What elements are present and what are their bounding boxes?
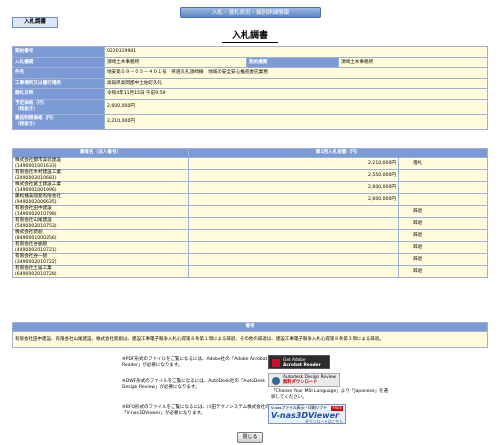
bid-row: 有限会社木村建設工業 (2490002010681) 2,550,000円 [12,169,488,182]
place-label: 工事場所又は履行場所 [12,77,105,89]
bid-result: 辞退 [398,205,488,218]
bid-amount [188,205,399,218]
bid-amount: 2,550,000円 [188,169,399,182]
remarks-text: 有限会社田中建設、有限会社山尾建設、株式会社新創は、建設工事電子競争入札心得第８… [12,331,488,348]
bid-results-table: 業者名（法人番号） 第1回入札金額（円） 株式会社都市美装建設 (14900010… [12,148,488,278]
adobe-badge-bottom: Acrobat Reader [283,363,321,369]
bid-amount [188,241,399,254]
bidder-corporate-number: (3490002010722) [15,259,57,265]
bidder-name: 有限会社田中建設 (1490002010798) [12,205,189,218]
bid-result: 辞退 [398,241,488,254]
order-org-value: 須崎土木事務所 [104,56,247,68]
bid-row: 株式会社新創 (8490001000356) 辞退 [12,229,488,242]
bidder-name: 株式会社新創 (8490001000356) [12,229,189,242]
language-note: 「Choose Your MSI Language」より「Japanese」を選… [271,389,389,401]
v3d-badge-download: ダウンロードはこちら [305,419,343,425]
close-button[interactable]: 閉じる [237,432,263,443]
bid-row: 有限会社土居工業 (6490002010728) 辞退 [12,265,488,278]
bidder-corporate-number: (1490002010798) [15,211,57,217]
bidder-name: 藤松播美開発有限会社 (9490002006635) [12,193,189,206]
bid-row: 有限会社田中建設 (1490002010798) 辞退 [12,205,488,218]
bid-amount [188,265,399,278]
bidder-name: 有限会社土居工業 (6490002010728) [12,265,189,278]
bidder-name: 有限会社山尾建設 (5490002010753) [12,217,189,230]
v-nas-viewer-link[interactable]: FREE V-nasファイル表示・印刷ソフト V-nas3DViewer ダウン… [268,404,346,424]
adobe-icon [272,359,280,367]
bid-row: 株式会社富士建設工業 (1490001001996) 2,600,000円 [12,181,488,194]
adr-badge-bottom: 無料ダウンロード [283,380,318,386]
min-price-value: 2,210,000円 [104,113,488,130]
estimate-label: 予定価格（円） （税抜き） [12,98,105,115]
bid-row: 有限会社谷一組 (3490002010722) 辞退 [12,253,488,266]
bid-row: 株式会社都市美装建設 (1490001001633) 2,210,000円 落札 [12,157,488,170]
bidder-name: 有限会社谷一組 (3490002010722) [12,253,189,266]
bid-result [398,169,488,182]
contract-no-label: 契約番号 [12,46,105,58]
bidder-column-header: 業者名（法人番号） [12,148,189,158]
bid-result: 辞退 [398,217,488,230]
bidder-corporate-number: (8490001000356) [15,235,57,241]
bid-amount: 2,600,000円 [188,193,399,206]
contract-org-label: 契約機関 [246,56,339,68]
bidder-name: 株式会社富士建設工業 (1490001001996) [12,181,189,194]
bidder-corporate-number: (2490002010681) [15,175,57,181]
estimate-value: 2,600,000円 [104,98,488,115]
bid-amount: 2,600,000円 [188,181,399,194]
project-label: 件名 [12,67,105,79]
contract-org-value: 須崎土木事務所 [338,56,488,68]
bid-result [398,193,488,206]
bidder-name: 有限会社木村建設工業 (2490002010681) [12,169,189,182]
autodesk-icon [272,377,280,385]
bid-amount [188,253,399,266]
bidder-corporate-number: (1490001001996) [15,187,57,193]
free-badge: FREE [331,405,343,411]
page-banner: 入札・落札状況・個別詳細情報 [180,7,321,18]
adobe-reader-link[interactable]: Get Adobe Acrobat Reader [268,355,330,369]
tab-bid-report[interactable]: 入札調書 [12,17,58,28]
bid-amount [188,217,399,230]
bid-row: 有限会社谷脇組 (4490002010721) 辞退 [12,241,488,254]
pdf-note: ※PDF形式のファイルをご覧になるには、Adobe社の「Adobe Acroba… [122,357,268,369]
bidder-name: 有限会社谷脇組 (4490002010721) [12,241,189,254]
page-title: 入札調書 [222,31,278,43]
bid-result: 辞退 [398,265,488,278]
min-price-label: 最低制限価格（円） （税抜き） [12,113,105,130]
bid-result: 辞退 [398,253,488,266]
bidder-name: 株式会社都市美装建設 (1490001001633) [12,157,189,170]
bidder-corporate-number: (5490002010753) [15,223,57,229]
project-value: 地安第０９－０５－４０１号 県道久礼須崎線 地域の安全安心推進委託業務 [104,67,488,79]
contract-no-value: 0220319901 [104,46,488,58]
bfo-note: ※BFO形式のファイルをご覧になるには、川田テクノシステム株式会社の「V-nas… [122,405,270,417]
design-review-link[interactable]: Autodesk Design Review 無料ダウンロード [268,373,340,387]
bidder-corporate-number: (4490002010721) [15,247,57,253]
bid-result: 辞退 [398,229,488,242]
bid-amount: 2,210,000円 [188,157,399,170]
dwf-note: ※DWF形式のファイルをご覧になるには、AutoDesk社の「AutoDesk … [122,379,266,391]
bid-result: 落札 [398,157,488,170]
place-value: 高知県高岡郡中土佐町久礼 [104,77,488,89]
amount-column-header: 第1回入札金額（円） [188,148,488,158]
open-date-value: 令和4年11月15日 午前9:59 [104,88,488,100]
bid-row: 有限会社山尾建設 (5490002010753) 辞退 [12,217,488,230]
remarks-table: 備考 有限会社田中建設、有限会社山尾建設、株式会社新創は、建設工事電子競争入札心… [12,322,488,348]
bid-amount [188,229,399,242]
bid-result [398,181,488,194]
order-org-label: 入札機関 [12,56,105,68]
bidder-corporate-number: (1490001001633) [15,163,57,169]
bidder-corporate-number: (9490002006635) [15,199,57,205]
bid-row: 藤松播美開発有限会社 (9490002006635) 2,600,000円 [12,193,488,206]
contract-info-table: 契約番号 0220319901 入札機関 須崎土木事務所 契約機関 須崎土木事務… [12,46,488,130]
open-date-label: 開札日時 [12,88,105,100]
remarks-heading: 備考 [12,322,488,332]
bidder-corporate-number: (6490002010728) [15,271,57,277]
